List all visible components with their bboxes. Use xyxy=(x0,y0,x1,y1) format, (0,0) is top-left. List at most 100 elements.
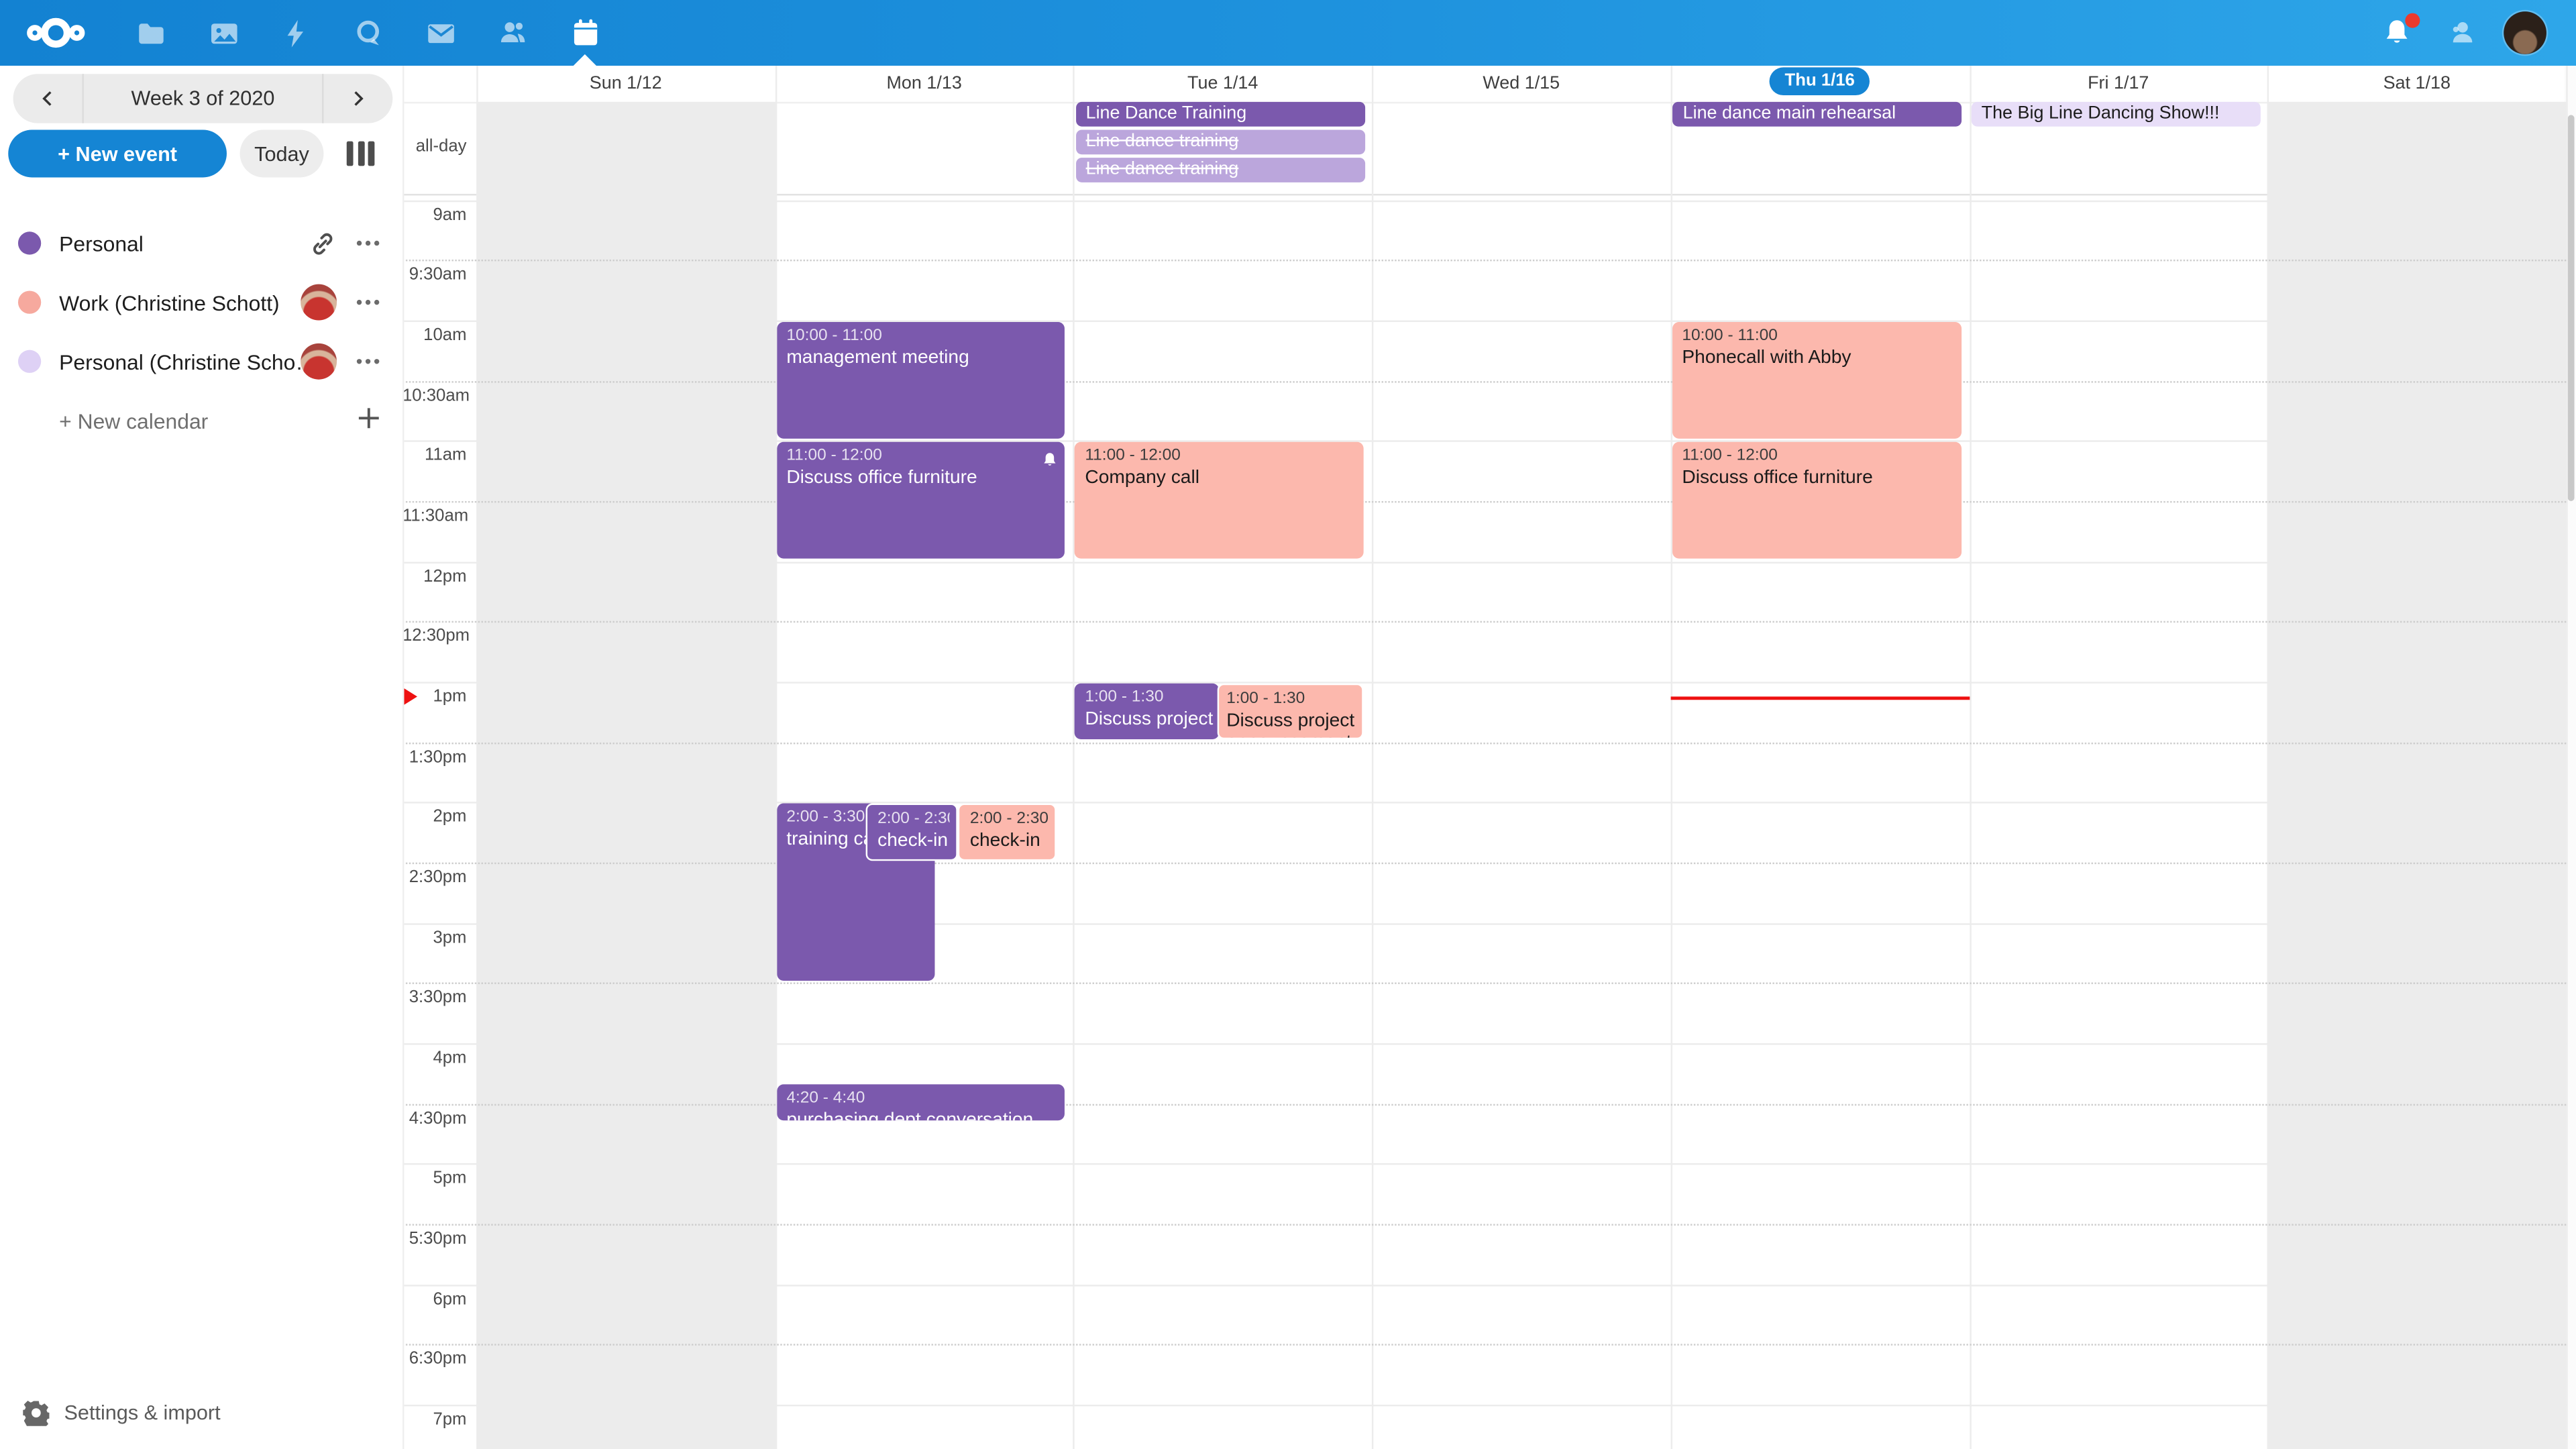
event[interactable]: 4:20 - 4:40purchasing dept conversation xyxy=(777,1084,1065,1121)
all-day-event[interactable]: Line dance main rehearsal xyxy=(1673,102,1962,127)
event-title: Phonecall with Abby xyxy=(1682,347,1954,370)
day-column[interactable] xyxy=(1969,102,2267,1449)
grid-horizontal-line xyxy=(402,802,2566,804)
day-column[interactable] xyxy=(1372,102,1670,1449)
calendar-actions-menu[interactable] xyxy=(355,231,381,263)
day-header[interactable]: Thu 1/16 xyxy=(1670,66,1969,102)
time-label: 9:30am xyxy=(402,265,467,284)
event[interactable]: 11:00 - 12:00Discuss office furniture xyxy=(1672,441,1961,559)
day-column[interactable] xyxy=(476,102,775,1449)
week-title[interactable]: Week 3 of 2020 xyxy=(84,74,322,123)
calendar-color-dot xyxy=(18,350,41,373)
time-label: 2:30pm xyxy=(402,867,467,887)
time-label: 1:30pm xyxy=(402,747,467,766)
current-day-pill: Thu 1/16 xyxy=(1770,67,1870,95)
user-avatar[interactable] xyxy=(2504,11,2546,54)
share-link-icon[interactable] xyxy=(309,230,337,266)
time-label: 4pm xyxy=(402,1048,467,1067)
day-column[interactable] xyxy=(2267,102,2566,1449)
contacts-menu-icon[interactable] xyxy=(2426,0,2499,66)
day-header[interactable]: Sat 1/18 xyxy=(2267,66,2566,102)
files-app-icon[interactable] xyxy=(115,0,187,66)
all-day-event[interactable]: Line dance training xyxy=(1076,158,1364,182)
day-column[interactable] xyxy=(775,102,1073,1449)
event-time: 10:00 - 11:00 xyxy=(1682,325,1954,346)
event-title: purchasing dept conversation xyxy=(786,1110,1059,1121)
calendar-color-dot xyxy=(18,290,41,313)
grid-horizontal-line xyxy=(402,983,2566,984)
day-header[interactable]: Tue 1/14 xyxy=(1073,66,1372,102)
app-sidebar: Week 3 of 2020 + New event Today Persona… xyxy=(0,66,404,1449)
day-column[interactable] xyxy=(1073,102,1372,1449)
grid-vertical-line xyxy=(1969,66,1970,1449)
time-label: 4:30pm xyxy=(402,1108,467,1128)
event[interactable]: 11:00 - 12:00Company call xyxy=(1075,441,1364,559)
time-label: 6pm xyxy=(402,1289,467,1309)
activity-app-icon[interactable] xyxy=(260,0,332,66)
notifications-bell-icon[interactable] xyxy=(2361,0,2433,66)
calendar-actions-menu[interactable] xyxy=(355,350,381,382)
day-header[interactable]: Wed 1/15 xyxy=(1372,66,1670,102)
grid-horizontal-line xyxy=(402,1344,2566,1346)
event-title: Discuss project announcement xyxy=(1085,709,1213,731)
all-day-event[interactable]: Line Dance Training xyxy=(1076,102,1364,127)
event-title: check-in xyxy=(970,831,1049,853)
day-header[interactable]: Mon 1/13 xyxy=(775,66,1073,102)
grid-horizontal-line xyxy=(402,1405,2566,1406)
day-header[interactable]: Sun 1/12 xyxy=(476,66,775,102)
event[interactable]: 10:00 - 11:00Phonecall with Abby xyxy=(1672,321,1961,439)
owner-avatar xyxy=(301,343,337,380)
grid-horizontal-line xyxy=(402,1224,2566,1225)
photos-app-icon[interactable] xyxy=(187,0,260,66)
event[interactable]: 10:00 - 11:00management meeting xyxy=(777,321,1065,439)
event[interactable]: 2:00 - 2:30check-in xyxy=(959,803,1057,860)
grid-horizontal-line xyxy=(402,561,2566,563)
calendar-item-personal-christine[interactable]: Personal (Christine Scho… xyxy=(0,332,402,391)
time-label: 11am xyxy=(402,446,467,466)
grid-vertical-line xyxy=(2267,66,2269,1449)
grid-vertical-line xyxy=(1073,66,1075,1449)
contacts-app-icon[interactable] xyxy=(476,0,549,66)
new-calendar-button[interactable]: + New calendar xyxy=(0,391,402,450)
event-title: Company call xyxy=(1085,468,1357,490)
event-time: 11:00 - 12:00 xyxy=(786,445,1059,466)
day-column[interactable] xyxy=(1670,102,1969,1449)
mail-app-icon[interactable] xyxy=(404,0,476,66)
event[interactable]: 1:00 - 1:30Discuss project announcement xyxy=(1217,683,1364,740)
settings-import-button[interactable]: Settings & import xyxy=(0,1390,402,1436)
new-event-button[interactable]: + New event xyxy=(8,129,227,177)
calendar-item-work-christine[interactable]: Work (Christine Schott) xyxy=(0,273,402,332)
talk-app-icon[interactable] xyxy=(332,0,405,66)
all-day-event[interactable]: Line dance training xyxy=(1076,129,1364,154)
view-toggle-icon[interactable] xyxy=(347,142,380,168)
time-label: 3pm xyxy=(402,928,467,947)
grid-horizontal-line xyxy=(402,1284,2566,1285)
day-header[interactable]: Fri 1/17 xyxy=(1969,66,2267,102)
now-arrow-indicator xyxy=(403,688,417,704)
event[interactable]: 11:00 - 12:00Discuss office furniture xyxy=(777,441,1065,559)
grid-vertical-line xyxy=(1372,66,1373,1449)
grid-horizontal-line xyxy=(402,682,2566,683)
grid-horizontal-line xyxy=(402,1043,2566,1044)
calendar-actions-menu[interactable] xyxy=(355,290,381,322)
grid-horizontal-line xyxy=(402,742,2566,743)
time-label: 6:30pm xyxy=(402,1349,467,1368)
event-title: Discuss office furniture xyxy=(1682,468,1954,490)
scrollbar-thumb[interactable] xyxy=(2567,115,2574,501)
calendar-item-personal[interactable]: Personal xyxy=(0,213,402,272)
time-label: 2pm xyxy=(402,807,467,826)
active-app-notch xyxy=(574,54,596,66)
previous-week-button[interactable] xyxy=(13,74,84,123)
grid-horizontal-line xyxy=(402,1104,2566,1105)
event[interactable]: 2:00 - 2:30check-in xyxy=(866,803,959,860)
today-button[interactable]: Today xyxy=(240,129,324,177)
nextcloud-logo-icon[interactable] xyxy=(19,0,92,66)
event-time: 2:00 - 2:30 xyxy=(970,808,1049,830)
event[interactable]: 1:00 - 1:30Discuss project announcement xyxy=(1075,683,1220,740)
grid-vertical-line xyxy=(1670,66,1672,1449)
all-day-event[interactable]: The Big Line Dancing Show!!! xyxy=(1972,102,2260,127)
time-label: 5:30pm xyxy=(402,1229,467,1248)
time-label: 9am xyxy=(402,205,467,224)
next-week-button[interactable] xyxy=(322,74,392,123)
nextcloud-calendar-app: Week 3 of 2020 + New event Today Persona… xyxy=(0,0,2576,1449)
